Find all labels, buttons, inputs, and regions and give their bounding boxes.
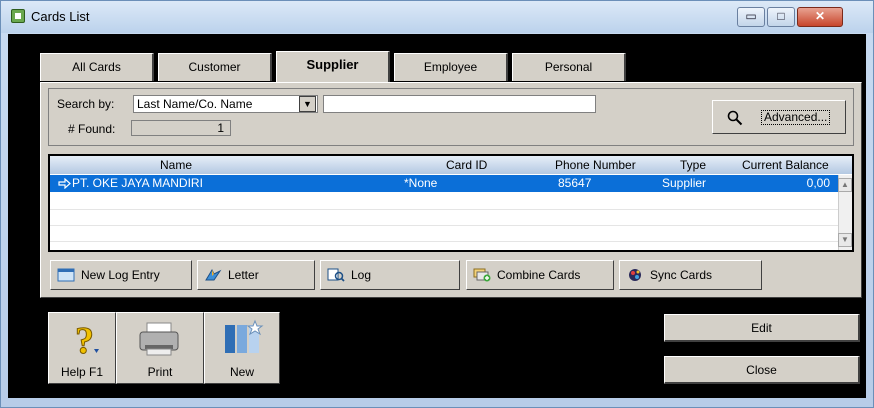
tab-employee[interactable]: Employee: [394, 53, 508, 81]
row-divider: [50, 209, 838, 210]
svg-text:?: ?: [75, 320, 94, 359]
found-label: # Found:: [68, 122, 116, 136]
help-button[interactable]: ? Help F1: [48, 312, 116, 384]
new-log-entry-label: New Log Entry: [81, 268, 160, 282]
cell-name: PT. OKE JAYA MANDIRI: [72, 176, 203, 190]
sync-cards-button[interactable]: Sync Cards: [619, 260, 762, 290]
cell-balance: 0,00: [806, 176, 830, 190]
tab-label: Customer: [188, 60, 241, 74]
column-header-phone[interactable]: Phone Number: [555, 158, 636, 172]
new-button[interactable]: New: [204, 312, 280, 384]
combine-cards-label: Combine Cards: [497, 268, 581, 282]
scroll-down-icon[interactable]: ▼: [838, 233, 852, 247]
tab-all-cards[interactable]: All Cards: [40, 53, 154, 81]
advanced-label: Advanced...: [761, 110, 831, 125]
search-input[interactable]: [323, 95, 596, 113]
tab-label: Personal: [544, 60, 593, 74]
log-icon: [327, 268, 345, 282]
row-divider: [50, 241, 838, 242]
log-button[interactable]: Log: [320, 260, 460, 290]
sync-cards-label: Sync Cards: [650, 268, 713, 282]
tab-supplier[interactable]: Supplier: [276, 51, 390, 83]
new-log-entry-button[interactable]: New Log Entry: [50, 260, 192, 290]
row-divider: [50, 225, 838, 226]
tab-label: Employee: [423, 60, 478, 74]
close-window-button[interactable]: ✕: [797, 7, 843, 27]
cell-type: Supplier: [662, 176, 707, 190]
column-header-type[interactable]: Type: [680, 158, 706, 172]
tab-label: All Cards: [72, 60, 121, 74]
letter-button[interactable]: Letter: [197, 260, 315, 290]
tab-customer[interactable]: Customer: [158, 53, 272, 81]
list-header: Name Card ID Phone Number Type Current B…: [50, 156, 852, 174]
column-header-card-id[interactable]: Card ID: [446, 158, 487, 172]
title-bar[interactable]: Cards List ▭ □ ✕: [1, 1, 873, 33]
combine-cards-icon: [473, 268, 491, 282]
help-question-icon: ?: [75, 320, 99, 359]
print-label: Print: [147, 365, 173, 379]
print-button[interactable]: Print: [116, 312, 204, 384]
sync-cards-icon: [629, 269, 641, 281]
search-by-select[interactable]: Last Name/Co. Name: [133, 95, 318, 113]
close-button[interactable]: Close: [664, 356, 860, 384]
found-count: 1: [131, 120, 231, 136]
new-card-icon: [225, 319, 264, 353]
chevron-down-icon[interactable]: ▼: [299, 96, 316, 112]
close-label: Close: [746, 363, 777, 377]
letter-icon: [205, 268, 222, 281]
window: Cards List ▭ □ ✕ All Cards Customer Supp…: [0, 0, 874, 408]
advanced-button[interactable]: Advanced...: [712, 100, 846, 134]
tab-personal[interactable]: Personal: [512, 53, 626, 81]
letter-label: Letter: [228, 268, 259, 282]
search-by-value: Last Name/Co. Name: [137, 97, 253, 111]
table-row[interactable]: PT. OKE JAYA MANDIRI *None 85647 Supplie…: [50, 175, 838, 192]
combine-cards-button[interactable]: Combine Cards: [466, 260, 614, 290]
minimize-button[interactable]: ▭: [737, 7, 765, 27]
arrow-right-icon: [58, 178, 71, 189]
window-title: Cards List: [31, 9, 90, 24]
column-header-name[interactable]: Name: [160, 158, 192, 172]
cell-card-id: *None: [404, 176, 438, 190]
help-label: Help F1: [60, 365, 104, 379]
tab-label: Supplier: [306, 57, 359, 72]
column-header-balance[interactable]: Current Balance: [742, 158, 829, 172]
edit-label: Edit: [751, 321, 772, 335]
new-label: New: [229, 365, 254, 379]
edit-button[interactable]: Edit: [664, 314, 860, 342]
log-label: Log: [351, 268, 372, 282]
maximize-button[interactable]: □: [767, 7, 795, 27]
cell-phone: 85647: [558, 176, 592, 190]
search-by-label: Search by:: [57, 97, 115, 111]
magnifier-icon: [727, 110, 743, 126]
printer-icon: [139, 322, 179, 356]
scroll-up-icon[interactable]: ▲: [838, 178, 852, 192]
log-entry-icon: [57, 268, 75, 282]
cards-app-icon: [11, 9, 25, 23]
